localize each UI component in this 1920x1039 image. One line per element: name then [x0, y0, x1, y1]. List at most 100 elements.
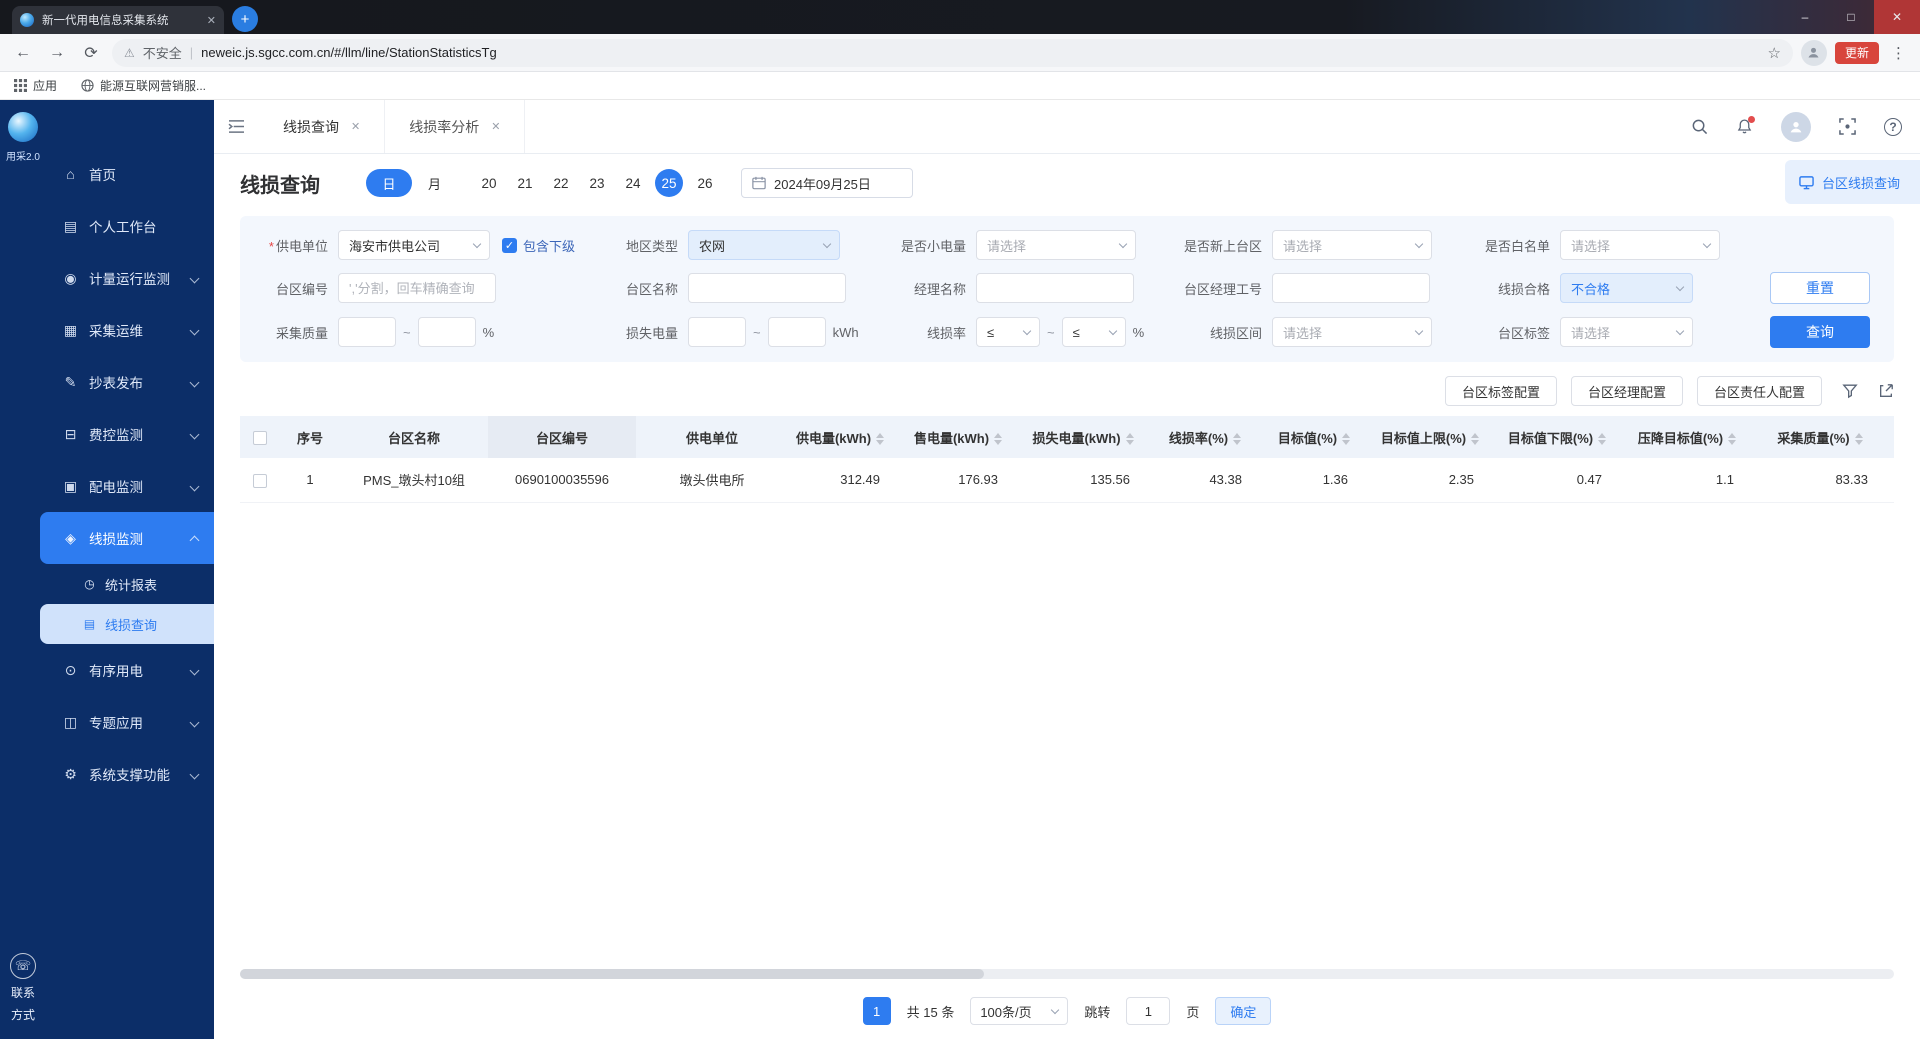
- new-tab-button[interactable]: +: [232, 6, 258, 32]
- sidebar-collapse-icon[interactable]: [228, 119, 245, 134]
- day-25-selected[interactable]: 25: [655, 169, 684, 197]
- tab-close-icon[interactable]: ✕: [351, 120, 360, 133]
- new-station-select[interactable]: 请选择: [1272, 230, 1432, 260]
- sidebar-item-system-support[interactable]: ⚙ 系统支撑功能: [40, 748, 214, 800]
- small-power-select[interactable]: 请选择: [976, 230, 1136, 260]
- bookmark-star-icon[interactable]: ☆: [1768, 44, 1781, 62]
- day-20[interactable]: 20: [475, 169, 503, 197]
- address-bar[interactable]: ⚠ 不安全 | neweic.js.sgcc.com.cn/#/llm/line…: [112, 38, 1793, 67]
- sidebar-item-meter-reading[interactable]: ✎ 抄表发布: [40, 356, 214, 408]
- cell-sale-energy[interactable]: 176.93: [906, 458, 1024, 503]
- cell-supply-energy[interactable]: 312.49: [788, 458, 906, 503]
- day-22[interactable]: 22: [547, 169, 575, 197]
- window-maximize-button[interactable]: □: [1828, 0, 1874, 34]
- window-close-button[interactable]: ✕: [1874, 0, 1920, 34]
- loss-range-select[interactable]: 请选择: [1272, 317, 1432, 347]
- sidebar-subitem-line-loss-query[interactable]: ▤ 线损查询: [40, 604, 214, 644]
- sort-icon[interactable]: [994, 433, 1003, 446]
- col-header-drop-target[interactable]: 压降目标值(%): [1628, 416, 1760, 458]
- notification-bell-icon[interactable]: [1736, 116, 1755, 135]
- jump-page-input[interactable]: [1126, 997, 1171, 1025]
- col-header-collect-quality[interactable]: 采集质量(%): [1760, 416, 1894, 458]
- bookmark-site[interactable]: 能源互联网营销服...: [81, 77, 206, 94]
- collect-quality-min-input[interactable]: [338, 317, 396, 347]
- include-sub-checkbox[interactable]: ✓: [502, 237, 517, 253]
- cell-collect-quality[interactable]: 83.33: [1760, 458, 1894, 503]
- station-owner-config-button[interactable]: 台区责任人配置: [1696, 376, 1822, 406]
- sidebar-item-special-apps[interactable]: ◫ 专题应用: [40, 696, 214, 748]
- contact-widget[interactable]: ☏ 联系 方式: [0, 953, 46, 1023]
- loss-rate-op-min-select[interactable]: ≤: [976, 317, 1040, 347]
- col-header-loss-rate[interactable]: 线损率(%): [1156, 416, 1268, 458]
- bookmark-apps[interactable]: 应用: [14, 77, 57, 94]
- col-header-target-lower[interactable]: 目标值下限(%): [1500, 416, 1628, 458]
- row-checkbox[interactable]: [253, 473, 267, 488]
- station-manager-config-button[interactable]: 台区经理配置: [1570, 376, 1683, 406]
- sidebar-item-metering-monitor[interactable]: ◉ 计量运行监测: [40, 252, 214, 304]
- sidebar-item-line-loss-monitor[interactable]: ◈ 线损监测: [40, 512, 214, 564]
- col-header-loss-energy[interactable]: 损失电量(kWh): [1024, 416, 1156, 458]
- user-avatar[interactable]: [1781, 111, 1811, 142]
- help-icon[interactable]: ?: [1884, 117, 1902, 136]
- sort-icon[interactable]: [1342, 433, 1351, 446]
- tab-close-icon[interactable]: ✕: [491, 120, 500, 133]
- station-tag-config-button[interactable]: 台区标签配置: [1444, 376, 1557, 406]
- supply-unit-select[interactable]: 海安市供电公司: [338, 230, 490, 260]
- sort-icon[interactable]: [1125, 433, 1134, 446]
- reset-button[interactable]: 重置: [1770, 272, 1870, 304]
- export-icon[interactable]: [1878, 383, 1894, 399]
- scrollbar-thumb[interactable]: [240, 969, 985, 979]
- page-size-select[interactable]: 100条/页: [970, 997, 1069, 1025]
- confirm-button[interactable]: 确定: [1215, 997, 1272, 1025]
- date-input[interactable]: 2024年09月25日: [741, 168, 914, 198]
- sort-icon[interactable]: [1854, 433, 1863, 446]
- sidebar-item-collection-ops[interactable]: ▦ 采集运维: [40, 304, 214, 356]
- tab-line-loss-rate-analysis[interactable]: 线损率分析 ✕: [385, 100, 526, 153]
- fullscreen-icon[interactable]: [1839, 118, 1856, 135]
- tab-close-icon[interactable]: ✕: [207, 14, 216, 27]
- sidebar-item-home[interactable]: ⌂ 首页: [40, 148, 214, 200]
- cell-station-code-link[interactable]: 0690100035596: [488, 458, 636, 503]
- tab-line-loss-query[interactable]: 线损查询 ✕: [259, 100, 386, 153]
- manager-id-input[interactable]: [1272, 273, 1430, 303]
- sort-icon[interactable]: [1471, 433, 1480, 446]
- whitelist-select[interactable]: 请选择: [1560, 230, 1720, 260]
- loss-energy-max-input[interactable]: [767, 317, 826, 347]
- browser-profile-avatar[interactable]: [1800, 39, 1827, 66]
- loss-rate-op-max-select[interactable]: ≤: [1061, 317, 1126, 347]
- cell-loss-rate[interactable]: 43.38: [1156, 458, 1268, 503]
- day-23[interactable]: 23: [583, 169, 611, 197]
- search-icon[interactable]: [1691, 118, 1708, 135]
- browser-tab[interactable]: 新一代用电信息采集系统 ✕: [12, 6, 224, 34]
- sort-icon[interactable]: [1233, 433, 1242, 446]
- sidebar-item-fee-control[interactable]: ⊟ 费控监测: [40, 408, 214, 460]
- loss-qualified-select[interactable]: 不合格: [1560, 273, 1693, 303]
- back-icon[interactable]: ←: [10, 44, 36, 62]
- granularity-day-button[interactable]: 日: [366, 169, 412, 197]
- page-1-button[interactable]: 1: [862, 997, 891, 1025]
- reload-icon[interactable]: ⟳: [78, 43, 104, 63]
- manager-name-input[interactable]: [976, 273, 1134, 303]
- day-26[interactable]: 26: [691, 169, 719, 197]
- day-21[interactable]: 21: [511, 169, 539, 197]
- browser-menu-icon[interactable]: ⋮: [1887, 44, 1910, 62]
- station-tag-select[interactable]: 请选择: [1560, 317, 1693, 347]
- sidebar-subitem-stats-report[interactable]: ◷ 统计报表: [40, 564, 214, 604]
- sidebar-item-orderly-power[interactable]: ⊙ 有序用电: [40, 644, 214, 696]
- station-no-input[interactable]: [338, 273, 496, 303]
- sidebar-item-distribution-monitor[interactable]: ▣ 配电监测: [40, 460, 214, 512]
- collect-quality-max-input[interactable]: [417, 317, 476, 347]
- sort-icon[interactable]: [1598, 433, 1607, 446]
- col-header-sale-energy[interactable]: 售电量(kWh): [906, 416, 1024, 458]
- station-line-loss-query-badge[interactable]: 台区线损查询: [1784, 160, 1920, 204]
- forward-icon[interactable]: →: [44, 44, 70, 62]
- chrome-update-button[interactable]: 更新: [1834, 41, 1879, 64]
- window-minimize-button[interactable]: –: [1782, 0, 1828, 34]
- day-24[interactable]: 24: [619, 169, 647, 197]
- query-button[interactable]: 查询: [1770, 316, 1870, 348]
- select-all-checkbox[interactable]: [253, 430, 267, 445]
- col-header-target-upper[interactable]: 目标值上限(%): [1374, 416, 1500, 458]
- col-header-supply-energy[interactable]: 供电量(kWh): [788, 416, 906, 458]
- sidebar-item-workbench[interactable]: ▤ 个人工作台: [40, 200, 214, 252]
- station-name-input[interactable]: [688, 273, 846, 303]
